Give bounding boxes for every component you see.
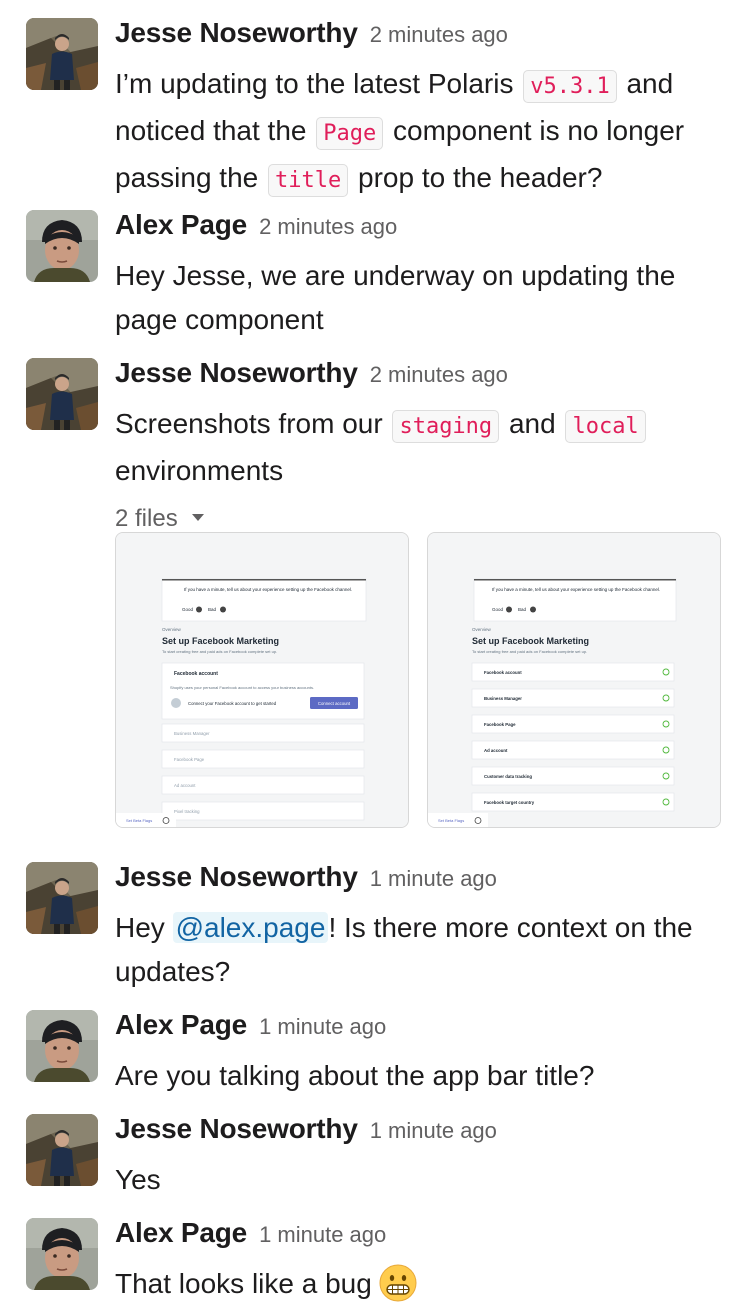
svg-text:Set Beta Flags: Set Beta Flags — [126, 818, 152, 823]
alex-avatar-image — [26, 1010, 98, 1082]
svg-text:Ad account: Ad account — [174, 783, 196, 788]
caret-down-icon — [191, 514, 204, 522]
inline-code: local — [565, 410, 646, 443]
avatar[interactable] — [26, 358, 98, 430]
author-name[interactable]: Alex Page — [115, 209, 247, 240]
alex-avatar-image — [26, 210, 98, 282]
svg-text:To start creating free and pai: To start creating free and paid ads on F… — [162, 649, 277, 654]
svg-text:Connect account: Connect account — [318, 701, 351, 706]
message-text: Yes — [115, 1164, 161, 1195]
jesse-avatar-image — [26, 862, 98, 934]
avatar[interactable] — [26, 1010, 98, 1082]
avatar[interactable] — [26, 1218, 98, 1290]
svg-text:Facebook account: Facebook account — [484, 670, 522, 675]
attachment-local-screenshot[interactable]: If you have a minute, tell us about your… — [427, 532, 721, 828]
svg-text:Customer data tracking: Customer data tracking — [484, 774, 532, 779]
message-text: Hey @alex.page! Is there more context on… — [115, 912, 693, 987]
message-text: That looks like a bug — [115, 1262, 732, 1306]
svg-text:Overview: Overview — [472, 627, 492, 632]
inline-code: staging — [392, 410, 500, 443]
message-text: I’m updating to the latest Polaris v5.3.… — [115, 62, 732, 203]
avatar[interactable] — [26, 862, 98, 934]
message-text: Hey Jesse, we are underway on updating t… — [115, 260, 676, 335]
svg-text:Business Manager: Business Manager — [484, 696, 522, 701]
svg-text:Good: Good — [492, 607, 504, 612]
svg-text:Ad account: Ad account — [484, 748, 508, 753]
author-name[interactable]: Alex Page — [115, 1217, 247, 1248]
svg-text:Overview: Overview — [162, 627, 182, 632]
author-name[interactable]: Jesse Noseworthy — [115, 861, 358, 892]
timestamp[interactable]: 1 minute ago — [259, 1222, 386, 1247]
inline-code: v5.3.1 — [523, 70, 617, 103]
inline-code: title — [268, 164, 349, 197]
svg-text:Pixel tracking: Pixel tracking — [174, 809, 200, 814]
svg-text:Business Manager: Business Manager — [174, 731, 210, 736]
timestamp[interactable]: 2 minutes ago — [370, 22, 508, 47]
timestamp[interactable]: 1 minute ago — [259, 1014, 386, 1039]
timestamp[interactable]: 2 minutes ago — [259, 214, 397, 239]
svg-text:To start creating free and pai: To start creating free and paid ads on F… — [472, 649, 587, 654]
jesse-avatar-image — [26, 358, 98, 430]
inline-code: Page — [316, 117, 384, 150]
message-text: Are you talking about the app bar title? — [115, 1060, 595, 1091]
author-name[interactable]: Alex Page — [115, 1009, 247, 1040]
avatar[interactable] — [26, 1114, 98, 1186]
screenshot-title: Set up Facebook Marketing — [162, 636, 279, 646]
feedback-banner-text: If you have a minute, tell us about your… — [492, 587, 660, 592]
svg-text:Facebook account: Facebook account — [174, 671, 218, 677]
jesse-avatar-image — [26, 1114, 98, 1186]
svg-text:Facebook target country: Facebook target country — [484, 800, 535, 805]
grimacing-face-emoji — [379, 1264, 417, 1302]
message-text: Screenshots from our staging and local e… — [115, 402, 732, 493]
avatar[interactable] — [26, 210, 98, 282]
screenshot-title: Set up Facebook Marketing — [472, 636, 589, 646]
svg-text:Facebook Page: Facebook Page — [174, 757, 205, 762]
alex-avatar-image — [26, 1218, 98, 1290]
feedback-banner-text: If you have a minute, tell us about your… — [184, 587, 352, 592]
svg-text:Facebook Page: Facebook Page — [484, 722, 516, 727]
svg-text:Set Beta Flags: Set Beta Flags — [438, 818, 464, 823]
jesse-avatar-image — [26, 18, 98, 90]
timestamp[interactable]: 1 minute ago — [370, 1118, 497, 1143]
timestamp[interactable]: 2 minutes ago — [370, 362, 508, 387]
author-name[interactable]: Jesse Noseworthy — [115, 357, 358, 388]
svg-text:Bad: Bad — [518, 607, 527, 612]
user-mention[interactable]: @alex.page — [172, 912, 329, 943]
attachment-staging-screenshot[interactable]: If you have a minute, tell us about your… — [115, 532, 409, 828]
svg-text:Connect your Facebook account: Connect your Facebook account to get sta… — [188, 701, 277, 706]
author-name[interactable]: Jesse Noseworthy — [115, 1113, 358, 1144]
author-name[interactable]: Jesse Noseworthy — [115, 17, 358, 48]
avatar[interactable] — [26, 18, 98, 90]
svg-text:Good: Good — [182, 607, 194, 612]
svg-text:Bad: Bad — [208, 607, 217, 612]
timestamp[interactable]: 1 minute ago — [370, 866, 497, 891]
svg-text:Shopify uses your personal Fac: Shopify uses your personal Facebook acco… — [170, 685, 314, 690]
